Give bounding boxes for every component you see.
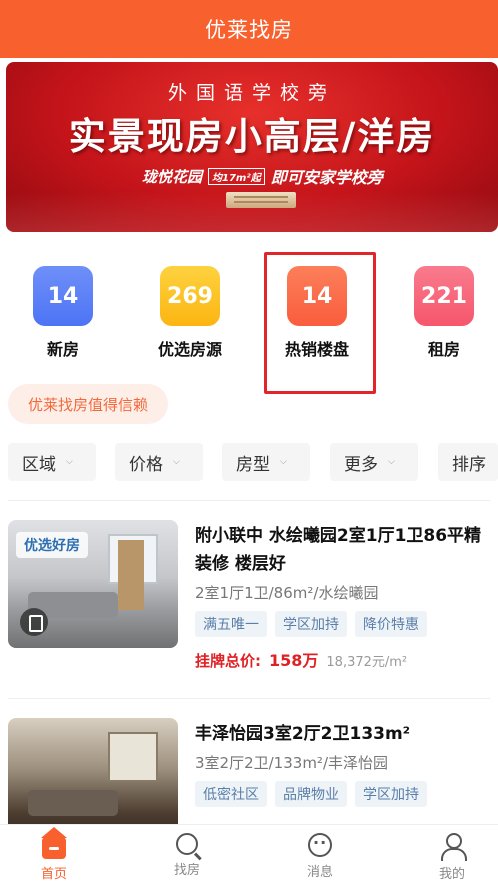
listing-tag: 满五唯一 [195,611,267,637]
filter-label: 价格 [129,454,163,475]
filter-label: 排序 [452,454,486,475]
listing-meta: 3室2厅2卫/133m²/丰泽怡园 [195,754,388,772]
total-price: 158万 [269,651,319,670]
filter-more[interactable]: 更多 ⌵ [330,443,418,481]
chevron-down-icon: ⌵ [280,457,287,467]
listing-price-row: 挂牌总价: 158万 18,372元/m² [195,647,495,671]
bottom-tab-bar: 首页 找房 消息 我的 [0,824,498,884]
listing-meta: 2室1厅1卫/86m²/水绘曦园 [195,584,379,602]
filter-price[interactable]: 价格 ⌵ [115,443,203,481]
tab-label: 首页 [40,867,67,882]
category-label: 租房 [427,340,460,359]
unit-price: 18,372元/m² [326,655,408,670]
listing-tag: 降价特惠 [355,611,427,637]
vr-tour-icon[interactable] [20,608,48,636]
tab-label: 我的 [438,867,465,882]
chevron-down-icon: ⌵ [66,457,73,467]
category-selected-listings[interactable]: 269 优选房源 [140,266,240,360]
listing-tag: 品牌物业 [275,781,347,807]
banner-price-tag: 均17m²起 [208,167,265,185]
category-count-badge: 14 [33,266,93,326]
listing-title: 附小联中 水绘曦园2室1厅1卫86平精装修 楼层好 [195,526,482,574]
listing-tag: 学区加持 [355,781,427,807]
filter-area[interactable]: 区域 ⌵ [8,443,96,481]
category-count-badge: 269 [160,266,220,326]
banner-slogan: 即可安家学校旁 [270,168,383,187]
listing-tag: 低密社区 [195,781,267,807]
photo-sofa [28,790,118,816]
search-icon [176,833,198,855]
home-icon [41,827,67,859]
category-count-badge: 221 [414,266,474,326]
filter-label: 房型 [236,454,270,475]
filter-layout[interactable]: 房型 ⌵ [222,443,310,481]
listing-info: 丰泽怡园3室2厅2卫133m² 3室2厅2卫/133m²/丰泽怡园 低密社区 品… [195,720,495,807]
filter-label: 区域 [22,454,56,475]
chevron-down-icon: ⌵ [388,457,395,467]
listing-info: 附小联中 水绘曦园2室1厅1卫86平精装修 楼层好 2室1厅1卫/86m²/水绘… [195,522,495,671]
listing-tags: 低密社区 品牌物业 学区加持 [195,781,495,807]
filter-sort[interactable]: 排序 [438,443,498,481]
price-label: 挂牌总价: [195,652,261,670]
tab-label: 消息 [306,865,333,880]
divider [8,500,490,501]
app-header: 优莱找房 [0,0,498,58]
tab-label: 找房 [173,863,200,878]
listing-title: 丰泽怡园3室2厅2卫133m² [195,724,411,744]
chevron-down-icon: ⌵ [173,457,180,467]
photo-window [108,732,158,782]
photo-shelf [118,540,144,610]
listing-tag: 学区加持 [275,611,347,637]
banner-decoration [6,192,498,232]
tab-profile[interactable]: 我的 [412,833,492,882]
trust-badge: 优莱找房值得信赖 [8,384,169,424]
promo-banner[interactable]: 外国语学校旁 实景现房小高层/洋房 珑悦花园 均17m²起 即可安家学校旁 [6,62,498,232]
listing-tags: 满五唯一 学区加持 降价特惠 [195,611,495,637]
selection-highlight-box [264,252,376,394]
category-rentals[interactable]: 221 租房 [394,266,494,360]
listing-photo[interactable]: 优选好房 [8,520,178,648]
featured-tag: 优选好房 [16,532,88,558]
message-icon [308,833,332,857]
user-icon [439,833,467,861]
page-title: 优莱找房 [205,18,293,42]
banner-headline: 实景现房小高层/洋房 [68,114,436,158]
tab-find-home[interactable]: 找房 [147,833,227,878]
filter-label: 更多 [344,454,378,475]
tab-home[interactable]: 首页 [14,827,94,882]
banner-project-name: 珑悦花园 [142,167,203,186]
banner-subtitle: 外国语学校旁 [167,82,336,104]
divider [8,698,490,699]
filter-bar: 区域 ⌵ 价格 ⌵ 房型 ⌵ 更多 ⌵ 排序 [0,443,498,483]
category-grid: 14 新房 269 优选房源 14 热销楼盘 221 租房 [0,252,498,394]
banner-footer: 珑悦花园 均17m²起 即可安家学校旁 [142,164,383,188]
category-label: 新房 [46,340,79,359]
category-label: 优选房源 [157,340,222,359]
category-new-homes[interactable]: 14 新房 [13,266,113,360]
tab-messages[interactable]: 消息 [280,833,360,880]
